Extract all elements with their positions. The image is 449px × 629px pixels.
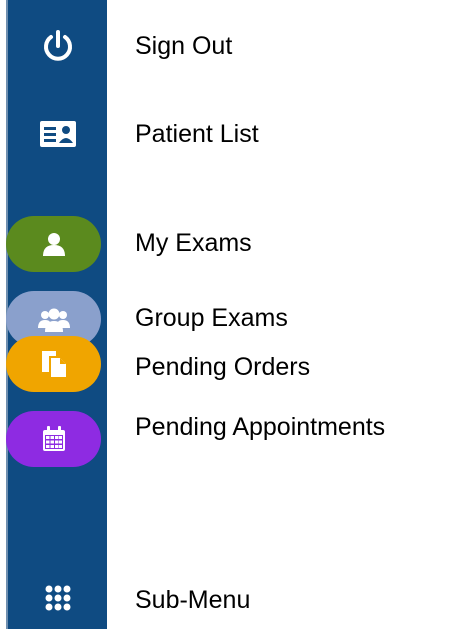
pending-appointments-pill: [6, 411, 101, 467]
id-card-icon: [36, 114, 80, 154]
calendar-icon: [42, 426, 66, 452]
menu-item-patient-list[interactable]: Patient List: [0, 106, 449, 162]
my-exams-pill: [6, 216, 101, 272]
menu-item-label: Sign Out: [135, 32, 233, 60]
menu-item-label: Patient List: [135, 120, 259, 148]
menu-item-label: Group Exams: [135, 304, 288, 332]
menu-item-sign-out[interactable]: Sign Out: [0, 18, 449, 74]
menu-item-label: Pending Orders: [135, 353, 311, 381]
grid-icon: [38, 578, 78, 618]
menu-item-label: Sub-Menu: [135, 586, 251, 614]
menu-item-sub-menu[interactable]: Sub-Menu: [0, 578, 449, 629]
menu-item-pending-orders[interactable]: Pending Orders: [0, 336, 449, 392]
menu-item-label: My Exams: [135, 229, 252, 257]
pending-orders-pill: [6, 336, 101, 392]
documents-icon: [41, 350, 67, 378]
users-icon: [37, 306, 71, 332]
user-icon: [41, 231, 67, 257]
menu-item-pending-appointments[interactable]: Pending Appointments: [0, 411, 449, 467]
menu-item-label: Pending Appointments: [135, 413, 386, 441]
menu-item-my-exams[interactable]: My Exams: [0, 216, 449, 272]
power-icon: [36, 24, 80, 68]
